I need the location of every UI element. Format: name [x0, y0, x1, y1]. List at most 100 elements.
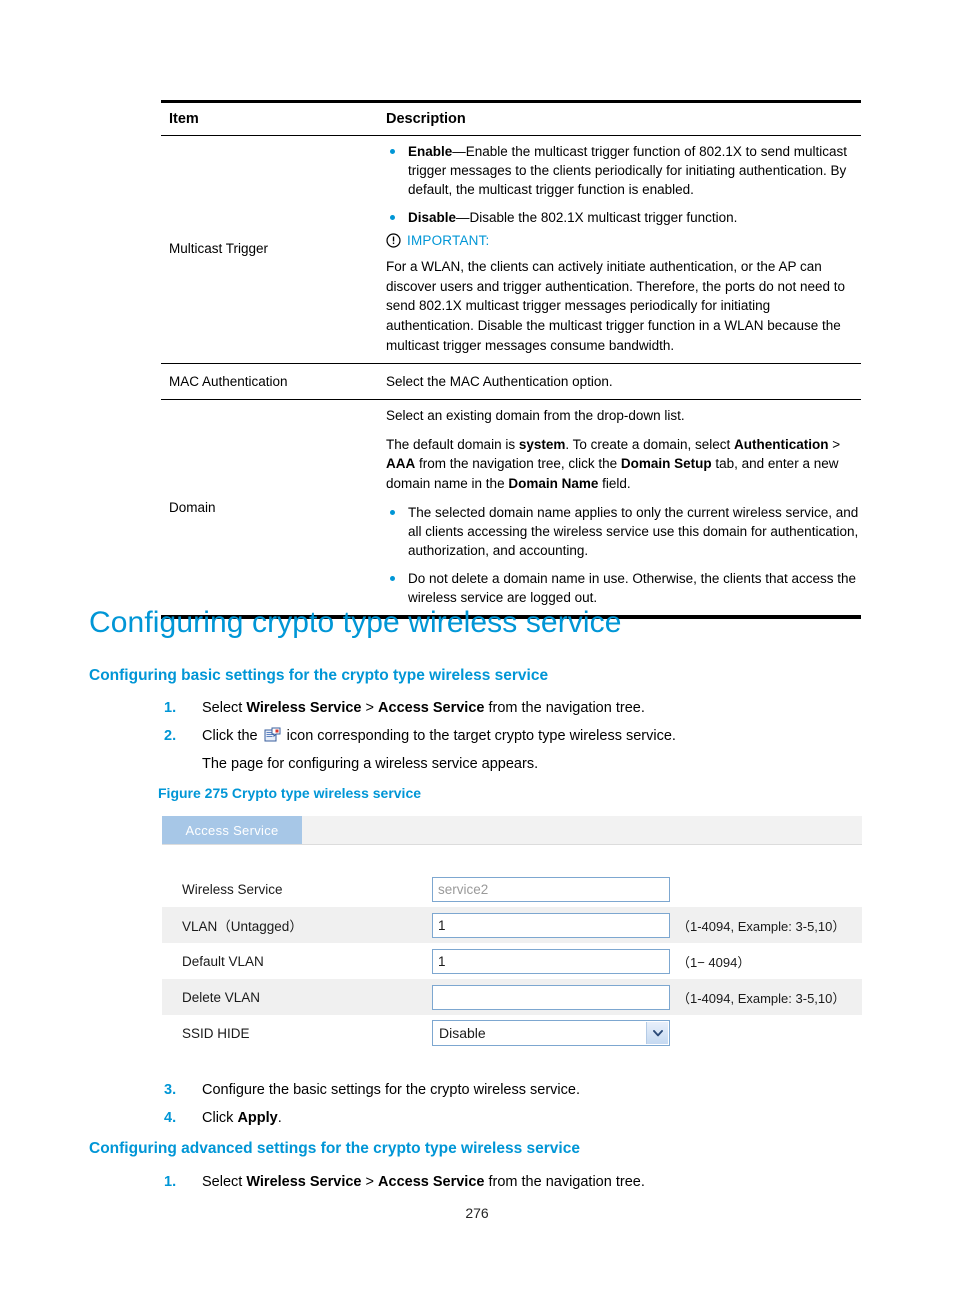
text-fragment: > [361, 1174, 379, 1190]
wireless-service-input[interactable]: service2 [432, 876, 670, 902]
row-item-label: Multicast Trigger [161, 135, 376, 365]
form-row-delete-vlan: Delete VLAN （1-4094, Example: 3-5,10） [162, 979, 862, 1015]
item-description-table: Item Description Multicast Trigger Enabl… [161, 100, 861, 620]
row-description: Enable—Enable the multicast trigger func… [376, 135, 861, 365]
list-item: 1. Select Wireless Service > Access Servi… [160, 698, 676, 719]
table-header-item: Item [161, 100, 376, 136]
bold-domain-setup: Domain Setup [620, 456, 712, 472]
ssid-hide-select[interactable]: Disable [432, 1020, 670, 1046]
text-fragment: The default domain is [386, 436, 519, 452]
tab-strip-filler [302, 816, 862, 844]
text-fragment: from the navigation tree. [484, 1174, 645, 1190]
step-number: 2. [164, 728, 177, 745]
steps-list-basic: 1. Select Wireless Service > Access Servi… [160, 698, 676, 782]
bullet-term: Disable [408, 210, 457, 226]
page-title: Configuring crypto type wireless service [89, 606, 622, 639]
form-row-ssid-hide: SSID HIDE Disable [162, 1015, 862, 1051]
step-number: 1. [164, 700, 177, 716]
table-row: Multicast Trigger Enable—Enable the mult… [161, 135, 861, 365]
text-fragment: > [828, 436, 841, 452]
tab-access-service[interactable]: Access Service [162, 816, 302, 844]
list-item: 1. Select Wireless Service > Access Servi… [160, 1172, 645, 1193]
wireless-service-icon [264, 727, 281, 743]
label-ssid-hide: SSID HIDE [182, 1025, 250, 1041]
field-wrapper [432, 984, 670, 1010]
steps-list-advanced: 1. Select Wireless Service > Access Servi… [160, 1172, 645, 1200]
bold-apply: Apply [237, 1110, 278, 1127]
tab-strip: Access Service [162, 816, 862, 845]
steps-list-after-figure: 3. Configure the basic settings for the c… [160, 1080, 580, 1136]
wireless-service-form: Wireless Service service2 VLAN（Untagged）… [162, 845, 862, 1057]
label-vlan-untagged: VLAN（Untagged） [182, 919, 303, 934]
subsection-heading-advanced: Configuring advanced settings for the cr… [89, 1140, 580, 1157]
text-fragment: from the navigation tree. [484, 700, 645, 716]
vlan-untagged-input[interactable]: 1 [432, 912, 670, 938]
form-row-wireless-service: Wireless Service service2 [162, 871, 862, 907]
row-description: Select an existing domain from the drop-… [376, 399, 861, 620]
bullet-dash: — [452, 143, 466, 159]
list-item: 4. Click Apply. [160, 1108, 580, 1129]
text-fragment: Select [202, 700, 247, 716]
figure-screenshot: Access Service Wireless Service service2… [162, 816, 862, 1057]
bullet-term: Enable [408, 143, 453, 159]
domain-default-text: The default domain is system. To create … [386, 435, 861, 494]
label-default-vlan: Default VLAN [182, 953, 264, 969]
text-fragment: . To create a domain, select [565, 436, 734, 452]
bold-aaa: AAA [386, 456, 416, 472]
bullet-text: Enable the multicast trigger function of… [408, 143, 847, 197]
label-wireless-service: Wireless Service [182, 881, 283, 897]
text-fragment: Configure the basic settings for the cry… [202, 1082, 580, 1098]
bold-access-service: Access Service [378, 700, 485, 716]
text-fragment: Click [202, 1110, 238, 1127]
step-number: 4. [164, 1110, 177, 1127]
row-item-label: Domain [161, 399, 376, 620]
list-item: 3. Configure the basic settings for the c… [160, 1080, 580, 1101]
hint-default-vlan: （1− 4094） [677, 954, 751, 970]
hint-delete-vlan: （1-4094, Example: 3-5,10） [677, 990, 846, 1006]
hint-vlan-untagged: （1-4094, Example: 3-5,10） [677, 918, 846, 934]
page-number: 276 [465, 1205, 489, 1221]
step-number: 1. [164, 1174, 177, 1190]
figure-caption: Figure 275 Crypto type wireless service [158, 785, 422, 801]
text-fragment: > [361, 700, 379, 716]
table-row: Domain Select an existing domain from th… [161, 399, 861, 620]
bullet-list: The selected domain name applies to only… [386, 503, 861, 608]
table-header-description: Description [376, 100, 861, 136]
important-note-text: For a WLAN, the clients can actively ini… [386, 259, 846, 353]
important-icon [386, 233, 401, 248]
label-delete-vlan: Delete VLAN [182, 989, 261, 1005]
bold-wireless-service: Wireless Service [246, 700, 362, 716]
delete-vlan-input[interactable] [432, 984, 670, 1010]
form-row-default-vlan: Default VLAN 1 （1− 4094） [162, 943, 862, 979]
bold-authentication: Authentication [733, 436, 829, 452]
document-page: Item Description Multicast Trigger Enabl… [0, 0, 954, 1296]
list-item: Do not delete a domain name in use. Othe… [386, 569, 861, 607]
form-row-vlan-untagged: VLAN（Untagged） 1 （1-4094, Example: 3-5,1… [162, 907, 862, 943]
ssid-hide-selected-value: Disable [439, 1025, 486, 1041]
bullet-list: Enable—Enable the multicast trigger func… [386, 142, 861, 228]
bold-domain-name: Domain Name [508, 476, 599, 492]
table-row: MAC Authentication Select the MAC Authen… [161, 363, 861, 401]
important-note-header: IMPORTANT: [386, 231, 861, 250]
row-item-label: MAC Authentication [161, 363, 376, 401]
bullet-text: Disable the 802.1X multicast trigger fun… [469, 210, 738, 226]
default-vlan-input[interactable]: 1 [432, 948, 670, 974]
list-item: Disable—Disable the 802.1X multicast tri… [386, 208, 861, 227]
subsection-heading-basic: Configuring basic settings for the crypt… [89, 667, 549, 684]
list-item: 2. Click the icon corresponding to the ta… [160, 726, 676, 775]
text-fragment: Click the [202, 728, 262, 745]
bullet-dash: — [456, 210, 470, 226]
chevron-down-icon[interactable] [646, 1022, 668, 1044]
step-number: 3. [164, 1082, 177, 1098]
important-label: IMPORTANT: [407, 233, 490, 249]
step-sub-text: The page for configuring a wireless serv… [202, 756, 539, 773]
bold-access-service: Access Service [378, 1174, 485, 1190]
text-fragment: Select [202, 1174, 247, 1190]
text-fragment: . [277, 1110, 282, 1127]
text-fragment: icon corresponding to the target crypto … [282, 728, 676, 745]
bold-system: system [518, 436, 566, 452]
table-header-row: Item Description [161, 100, 861, 136]
text-fragment: from the navigation tree, click the [415, 456, 621, 472]
list-item: Enable—Enable the multicast trigger func… [386, 142, 861, 199]
row-description: Select the MAC Authentication option. [376, 363, 861, 401]
